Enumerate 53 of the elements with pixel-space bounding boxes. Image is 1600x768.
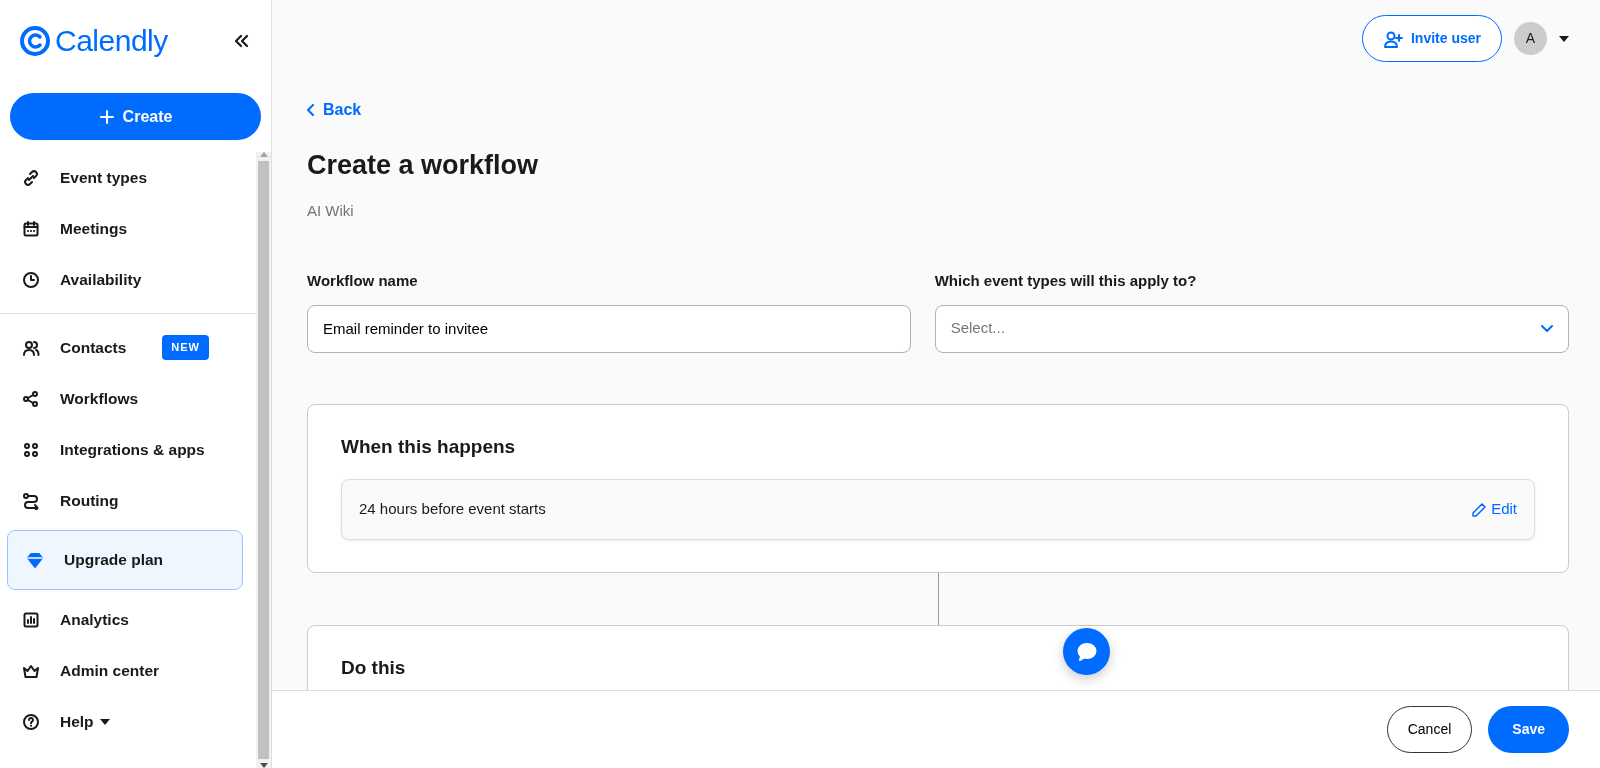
logo-text: Calendly <box>55 23 168 59</box>
nav-item[interactable]: Availability <box>0 254 256 305</box>
nav-item[interactable]: Integrations & apps <box>0 424 256 475</box>
nav-item[interactable]: Help <box>0 696 256 747</box>
card-title: Do this <box>341 656 407 680</box>
nav-item[interactable]: Workflows <box>0 373 256 424</box>
card-title: When this happens <box>341 434 517 459</box>
plus-icon <box>98 108 115 125</box>
link-icon <box>22 168 40 187</box>
trigger-text: 24 hours before event starts <box>359 499 546 520</box>
people-icon <box>22 338 40 357</box>
page-title: Create a workflow <box>307 149 540 182</box>
workflow-name-field[interactable]: Email reminder to invitee <box>307 304 911 353</box>
bar-chart-icon <box>22 610 40 629</box>
new-badge: NEW <box>162 335 209 360</box>
nav-item[interactable]: Routing <box>0 475 256 526</box>
nav-item[interactable]: Admin center <box>0 645 256 696</box>
scroll-down-icon <box>259 763 268 768</box>
field-label: Workflow name <box>307 271 419 291</box>
route-icon <box>22 491 40 510</box>
logo-icon <box>19 24 51 57</box>
add-user-icon <box>1382 29 1403 48</box>
caret-icon <box>1559 35 1569 42</box>
scroll-up-icon <box>259 152 268 157</box>
diamond-icon <box>26 551 44 569</box>
nav-item[interactable]: Contacts NEW <box>0 322 256 373</box>
collapse-icon <box>233 32 249 49</box>
connector-line <box>938 573 939 625</box>
clock-icon <box>22 270 40 289</box>
create-button[interactable]: Create <box>10 93 261 140</box>
back-link[interactable]: Back <box>307 98 362 122</box>
help-icon <box>22 712 40 731</box>
grid-icon <box>22 440 40 459</box>
caret-icon <box>99 718 110 725</box>
upgrade-plan-button[interactable]: Upgrade plan <box>7 530 243 590</box>
nodes-icon <box>22 389 40 408</box>
cancel-button[interactable]: Cancel <box>1386 706 1473 753</box>
chevron-left-icon <box>307 104 315 116</box>
field-label: Which event types will this apply to? <box>934 271 1198 291</box>
invite-user-button[interactable]: Invite user <box>1361 15 1502 62</box>
scrollbar-thumb[interactable] <box>258 161 269 759</box>
nav-item[interactable]: Event types <box>0 152 256 203</box>
event-types-select[interactable]: Select... <box>934 304 1569 353</box>
pencil-icon <box>1471 501 1488 518</box>
save-button[interactable]: Save <box>1488 706 1569 753</box>
page-subtitle: AI Wiki <box>307 200 355 221</box>
edit-link[interactable]: Edit <box>1471 498 1517 521</box>
nav-item[interactable]: Meetings <box>0 203 256 254</box>
nav-item[interactable]: Analytics <box>0 594 256 645</box>
chevron-down-icon <box>1541 324 1553 333</box>
calendar-icon <box>22 219 40 238</box>
speech-bubble-icon <box>1075 640 1098 663</box>
avatar[interactable]: A <box>1514 22 1547 55</box>
